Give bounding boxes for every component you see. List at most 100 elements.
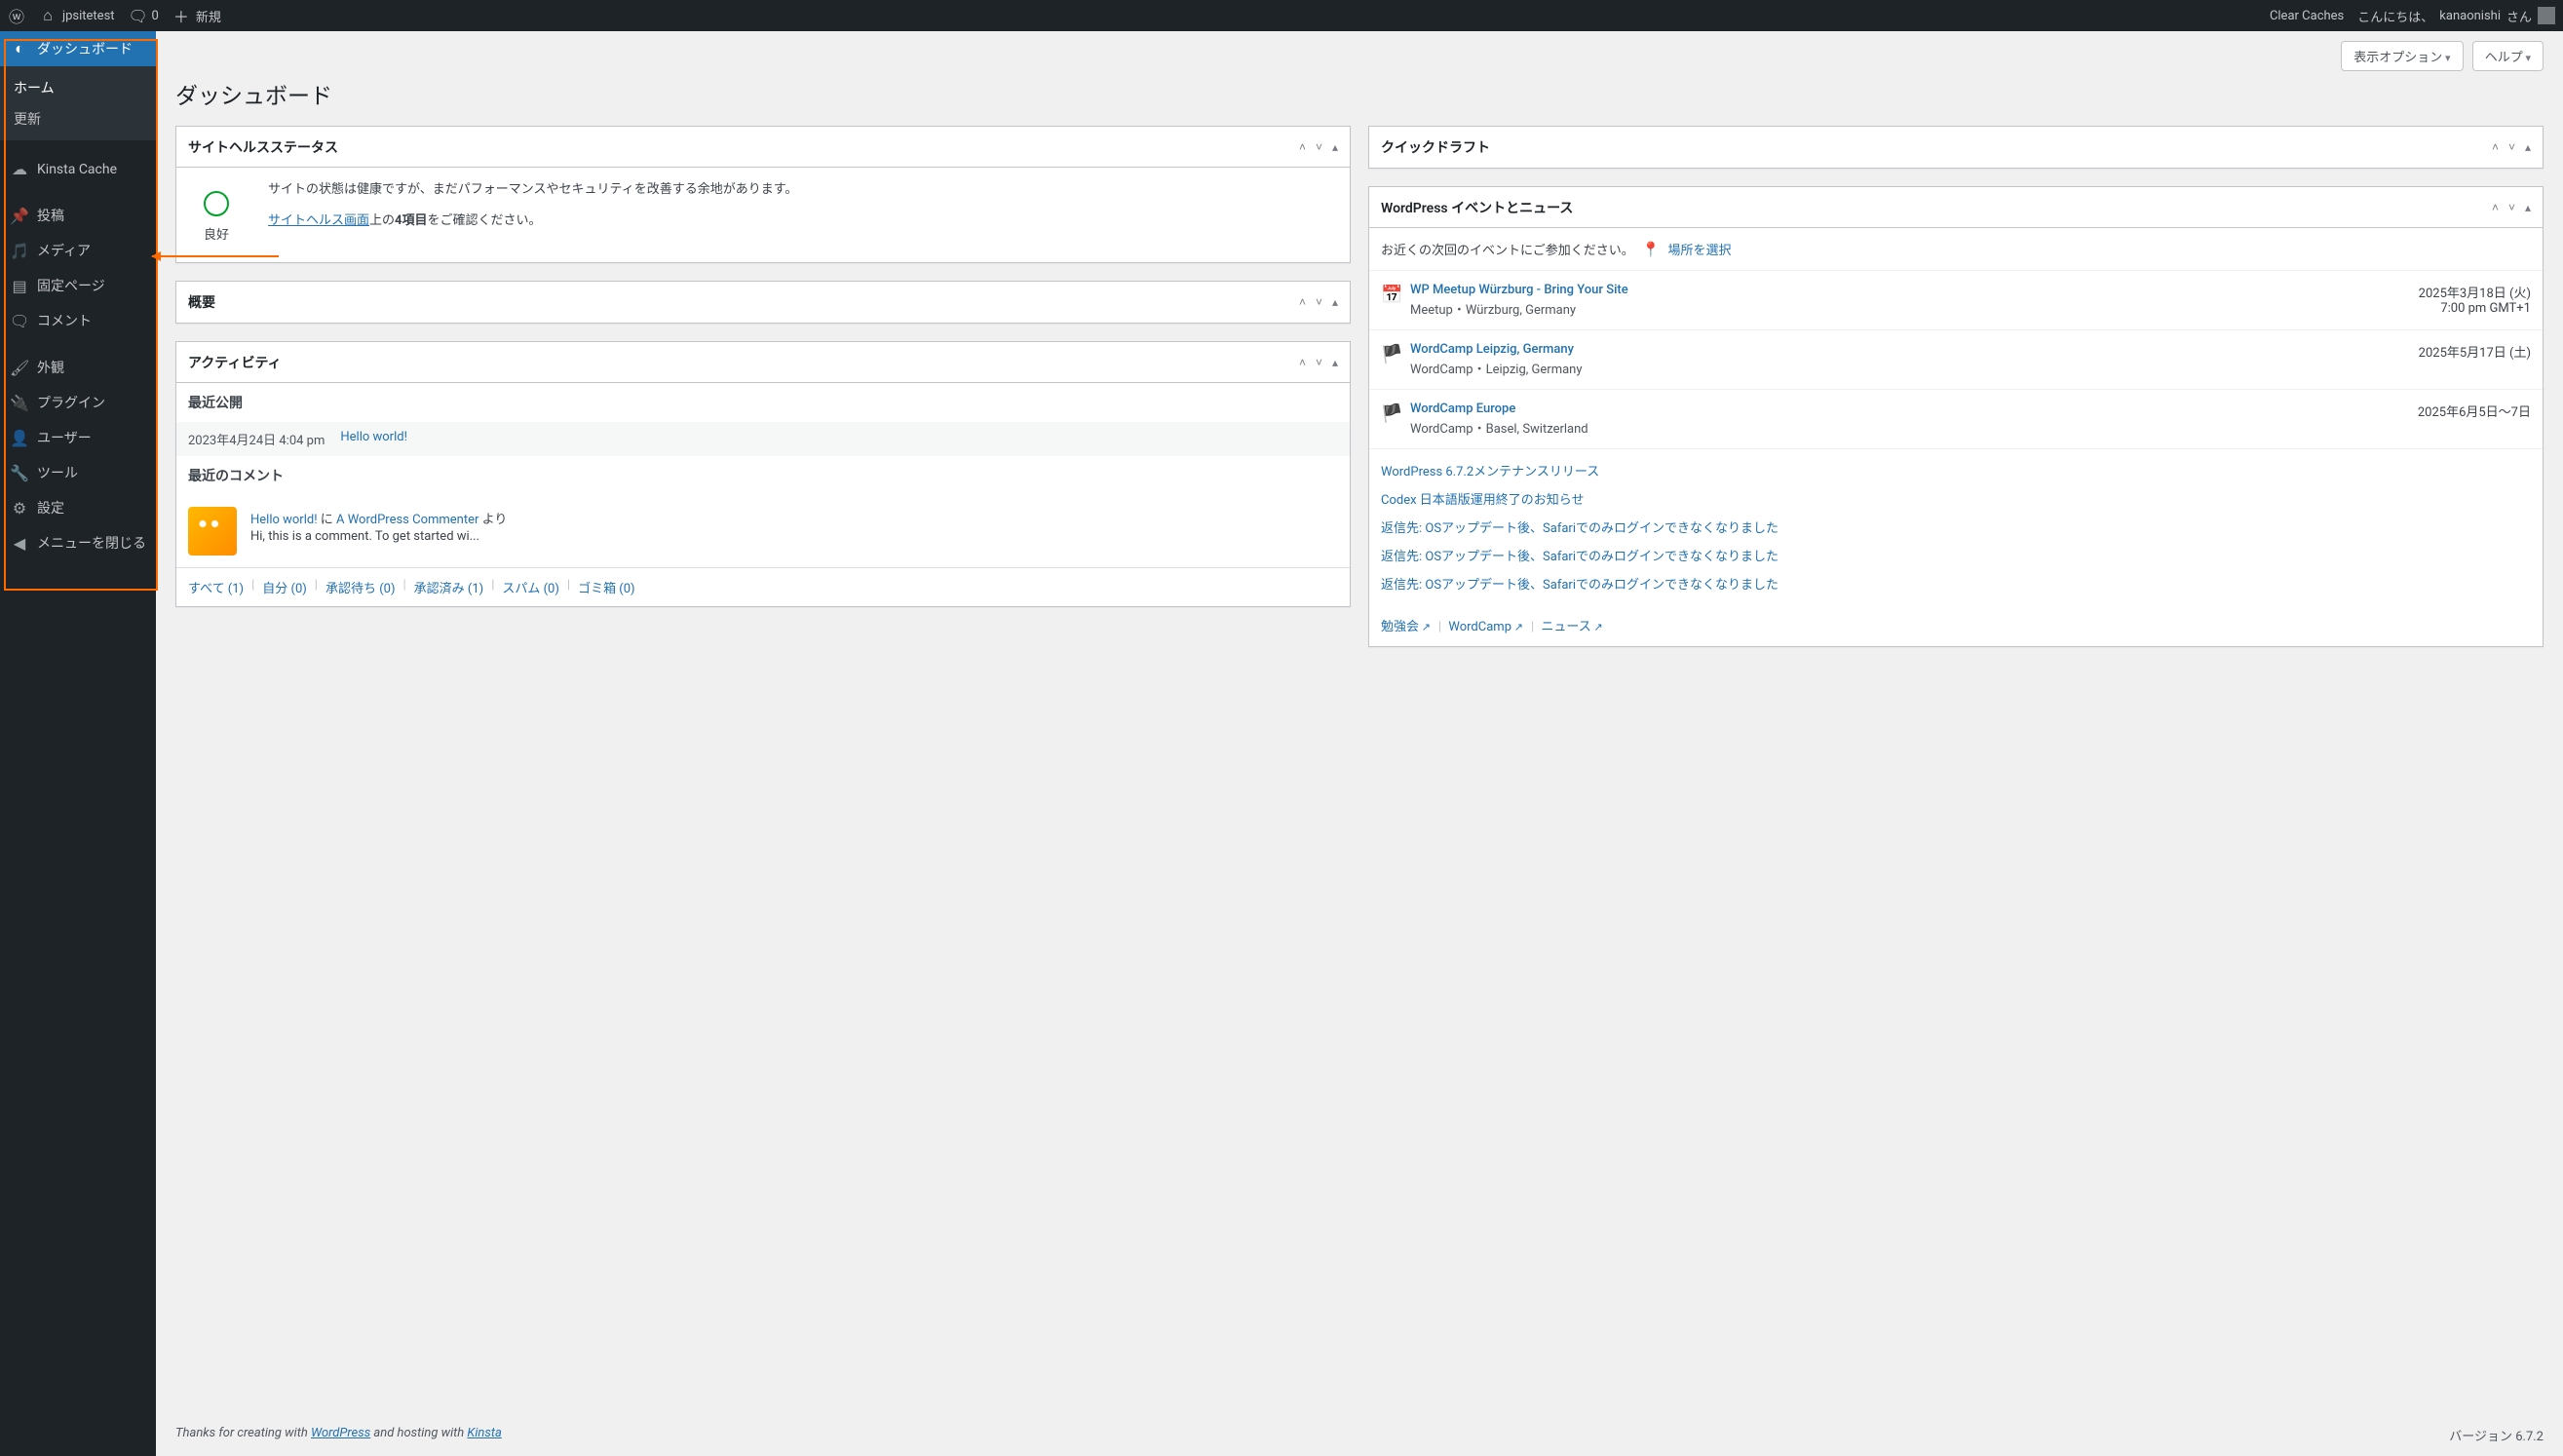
- howdy-prefix: こんにちは、: [2357, 7, 2433, 25]
- select-location-link[interactable]: 場所を選択: [1667, 240, 1731, 258]
- filter-all[interactable]: すべて (1): [188, 578, 244, 596]
- toggle-icon[interactable]: ▴: [2525, 140, 2531, 154]
- comments-link[interactable]: 🗨0: [129, 7, 159, 25]
- move-down-icon[interactable]: ˅: [1316, 356, 1322, 369]
- footer-version: バージョン 6.7.2: [2449, 1426, 2544, 1444]
- comment-icon: 🗨: [129, 7, 146, 25]
- filter-approved[interactable]: 承認済み (1): [414, 578, 484, 596]
- home-icon: ⌂: [39, 6, 57, 25]
- move-down-icon[interactable]: ˅: [1316, 140, 1322, 154]
- sidebar-item-posts[interactable]: 📌 投稿: [0, 198, 156, 233]
- move-up-icon[interactable]: ˄: [1299, 140, 1306, 154]
- footer-text-2: and hosting with: [370, 1426, 467, 1440]
- comment-author-link[interactable]: A WordPress Commenter: [336, 513, 478, 527]
- move-down-icon[interactable]: ˅: [2508, 201, 2515, 214]
- events-footer-news[interactable]: ニュース: [1541, 620, 1602, 634]
- events-footer-wordcamp[interactable]: WordCamp: [1448, 620, 1523, 634]
- sidebar-item-pages[interactable]: ▤ 固定ページ: [0, 268, 156, 303]
- event-row: 🏴 WordCamp Leipzig, Germany WordCamp・Lei…: [1369, 330, 2543, 390]
- filter-pending[interactable]: 承認待ち (0): [325, 578, 396, 596]
- sidebar-sub-home[interactable]: ホーム: [0, 72, 156, 103]
- footer-kinsta-link[interactable]: Kinsta: [467, 1426, 501, 1440]
- sidebar-sub-updates[interactable]: 更新: [0, 103, 156, 134]
- new-content[interactable]: ＋新規: [172, 4, 221, 27]
- comment-post-link[interactable]: Hello world!: [250, 513, 318, 527]
- sidebar-label-comments: コメント: [37, 311, 92, 330]
- annotation-arrow: [152, 255, 279, 257]
- clear-caches-link[interactable]: Clear Caches: [2270, 9, 2344, 23]
- wordcamp-icon: 🏴: [1381, 403, 1398, 424]
- move-down-icon[interactable]: ˅: [1316, 295, 1322, 309]
- toggle-icon[interactable]: ▴: [1332, 140, 1338, 154]
- wp-logo[interactable]: ⓦ: [8, 4, 25, 27]
- sidebar-item-users[interactable]: 👤ユーザー: [0, 420, 156, 455]
- sidebar-label-posts: 投稿: [37, 206, 64, 225]
- help-button[interactable]: ヘルプ: [2472, 41, 2544, 71]
- site-name[interactable]: ⌂ jpsitetest: [39, 6, 115, 25]
- brush-icon: 🖌: [10, 359, 29, 377]
- widget-overview: 概要 ˄ ˅ ▴: [175, 281, 1351, 324]
- filter-trash[interactable]: ゴミ箱 (0): [578, 578, 635, 596]
- move-up-icon[interactable]: ˄: [2492, 140, 2499, 154]
- event-date: 2025年6月5日〜7日: [2418, 402, 2531, 420]
- sidebar-item-plugins[interactable]: 🔌プラグイン: [0, 385, 156, 420]
- event-meta: WordCamp・Leipzig, Germany: [1410, 359, 2407, 377]
- news-link[interactable]: 返信先: OSアップデート後、Safariでのみログインできなくなりました: [1381, 546, 2531, 564]
- sh-text-2: をご確認ください。: [428, 213, 542, 228]
- news-link[interactable]: Codex 日本語版運用終了のお知らせ: [1381, 489, 2531, 508]
- event-row: 🏴 WordCamp Europe WordCamp・Basel, Switze…: [1369, 390, 2543, 449]
- sidebar-label-collapse: メニューを閉じる: [37, 533, 146, 553]
- widget-title-quickdraft: クイックドラフト: [1381, 137, 1490, 157]
- sidebar-item-appearance[interactable]: 🖌外観: [0, 350, 156, 385]
- move-up-icon[interactable]: ˄: [1299, 356, 1306, 369]
- toggle-icon[interactable]: ▴: [1332, 356, 1338, 369]
- user-greeting[interactable]: こんにちは、kanaonishi さん: [2357, 7, 2555, 25]
- sidebar-label-media: メディア: [37, 241, 91, 260]
- footer-text-1: Thanks for creating with: [175, 1426, 311, 1440]
- sidebar-item-settings[interactable]: ⚙設定: [0, 490, 156, 525]
- sidebar-item-comments[interactable]: 🗨 コメント: [0, 303, 156, 338]
- move-up-icon[interactable]: ˄: [2492, 201, 2499, 214]
- comment-from: より: [478, 513, 507, 527]
- comment-icon: 🗨: [10, 312, 29, 330]
- sidebar-label-tools: ツール: [37, 463, 78, 482]
- pin-icon: 📌: [10, 207, 29, 225]
- site-health-link[interactable]: サイトヘルス画面: [268, 213, 369, 228]
- sidebar-label-pages: 固定ページ: [37, 276, 105, 295]
- sidebar-label-plugins: プラグイン: [37, 393, 105, 412]
- toggle-icon[interactable]: ▴: [1332, 295, 1338, 309]
- sidebar-item-media[interactable]: 🎵 メディア: [0, 233, 156, 268]
- filter-mine[interactable]: 自分 (0): [262, 578, 307, 596]
- event-title-link[interactable]: WordCamp Leipzig, Germany: [1410, 342, 1574, 357]
- toggle-icon[interactable]: ▴: [2525, 201, 2531, 214]
- dashboard-icon: ◐: [10, 39, 29, 58]
- activity-post-link[interactable]: Hello world!: [340, 430, 407, 448]
- events-footer-meetup[interactable]: 勉強会: [1381, 620, 1431, 634]
- screen-options-button[interactable]: 表示オプション: [2341, 41, 2463, 71]
- page-icon: ▤: [10, 277, 29, 295]
- event-meta: Meetup・Würzburg, Germany: [1410, 299, 2407, 318]
- sidebar-item-kinsta[interactable]: ☁Kinsta Cache: [0, 152, 156, 186]
- move-up-icon[interactable]: ˄: [1299, 295, 1306, 309]
- sidebar-label-users: ユーザー: [37, 428, 92, 447]
- event-title-link[interactable]: WordCamp Europe: [1410, 402, 1515, 416]
- news-link[interactable]: 返信先: OSアップデート後、Safariでのみログインできなくなりました: [1381, 574, 2531, 593]
- move-down-icon[interactable]: ˅: [2508, 140, 2515, 154]
- sidebar-item-tools[interactable]: 🔧ツール: [0, 455, 156, 490]
- event-date: 2025年5月17日 (土): [2419, 342, 2531, 361]
- howdy-suffix: さん: [2506, 7, 2532, 25]
- filter-spam[interactable]: スパム (0): [502, 578, 559, 596]
- sidebar-collapse[interactable]: ◀メニューを閉じる: [0, 525, 156, 560]
- event-title-link[interactable]: WP Meetup Würzburg - Bring Your Site: [1410, 283, 1628, 297]
- news-link[interactable]: WordPress 6.7.2メンテナンスリリース: [1381, 461, 2531, 479]
- widget-site-health: サイトヘルスステータス ˄ ˅ ▴ 良好 サイトの状態は: [175, 126, 1351, 263]
- site-name-label: jpsitetest: [62, 9, 115, 23]
- site-health-status: 良好: [204, 224, 229, 243]
- news-link[interactable]: 返信先: OSアップデート後、Safariでのみログインできなくなりました: [1381, 517, 2531, 536]
- comment-to: に: [318, 513, 336, 527]
- location-icon: 📍: [1642, 241, 1661, 258]
- media-icon: 🎵: [10, 242, 29, 260]
- sidebar-item-dashboard[interactable]: ◐ダッシュボード: [0, 31, 156, 66]
- footer-wp-link[interactable]: WordPress: [311, 1426, 370, 1440]
- comment-text: Hi, this is a comment. To get started wi…: [250, 529, 507, 544]
